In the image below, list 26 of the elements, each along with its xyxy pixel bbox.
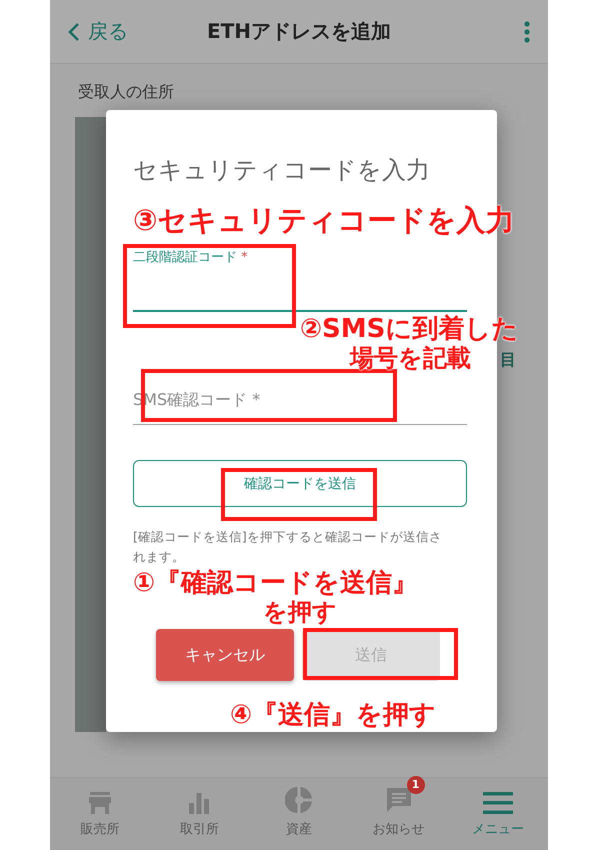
- message-icon: [384, 786, 413, 814]
- background-text: 目: [500, 350, 516, 371]
- notification-badge: 1: [406, 776, 425, 794]
- helper-text: [確認コードを送信]を押下すると確認コードが送信されます。: [133, 528, 443, 566]
- send-code-button[interactable]: 確認コードを送信: [133, 460, 467, 507]
- more-icon[interactable]: [524, 20, 530, 42]
- annotation-text: ①『確認コードを送信』: [133, 568, 418, 600]
- back-button[interactable]: 戻る: [68, 18, 128, 45]
- dialog-title: セキュリティコードを入力: [133, 155, 431, 185]
- nav-tab[interactable]: 販売所: [50, 778, 150, 850]
- section-label: 受取人の住所: [78, 82, 174, 103]
- annotation-text: 場号を記載: [350, 344, 471, 373]
- nav-tab[interactable]: メニュー: [448, 778, 548, 850]
- screen-title: ETHアドレスを追加: [206, 18, 392, 45]
- menu-icon: [483, 792, 514, 814]
- annotation-text: ④『送信』を押す: [230, 700, 436, 732]
- cancel-button[interactable]: キャンセル: [156, 629, 294, 681]
- annotation-text: を押す: [263, 598, 337, 627]
- nav-tab[interactable]: 1 お知らせ: [348, 778, 448, 850]
- store-icon: [88, 792, 112, 814]
- nav-tab[interactable]: 資産: [249, 778, 349, 850]
- code-field[interactable]: 二段階認証コード *: [133, 250, 467, 312]
- pie-chart-icon: [284, 786, 313, 814]
- nav-tab[interactable]: 取引所: [150, 778, 250, 850]
- bar-chart-icon: [188, 792, 210, 814]
- chevron-left-icon: [68, 22, 80, 42]
